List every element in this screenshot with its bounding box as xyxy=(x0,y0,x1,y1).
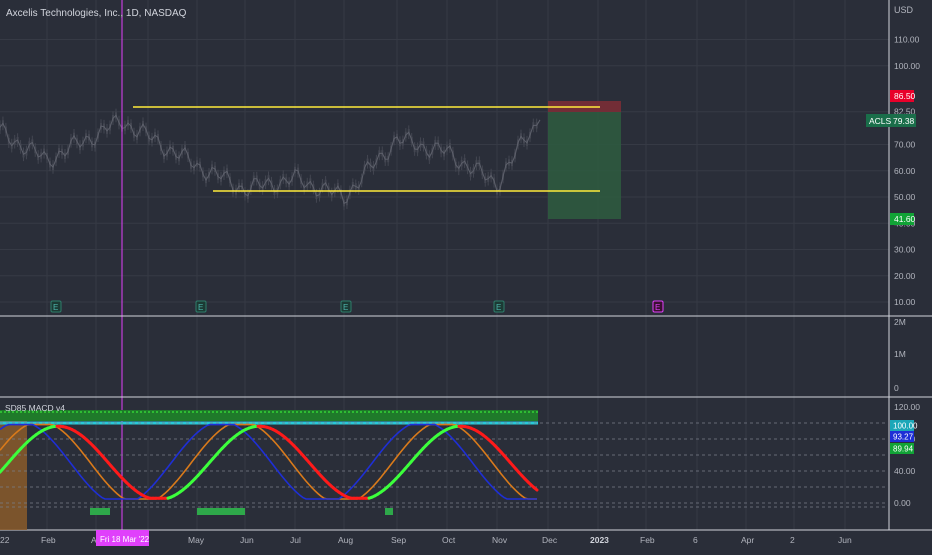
time-axis-label: 2 xyxy=(790,535,795,545)
time-axis-label: Jun xyxy=(240,535,254,545)
currency-label: USD xyxy=(894,5,914,15)
position-zones xyxy=(548,101,621,219)
time-axis-label: Feb xyxy=(41,535,56,545)
volume-axis-label: 2M xyxy=(894,317,906,327)
cursor-time-label: Fri 18 Mar '22 xyxy=(96,530,150,546)
macd-value-tag-text: 100.00 xyxy=(893,422,918,431)
macd-value-tag: 89.94 xyxy=(890,443,914,454)
macd-axis-label: 40.00 xyxy=(894,466,916,476)
volume-axis-label: 0 xyxy=(894,383,899,393)
price-axis-label: 60.00 xyxy=(894,166,916,176)
chart-canvas[interactable]: Axcelis Technologies, Inc., 1D, NASDAQ U… xyxy=(0,0,932,550)
earnings-marker[interactable]: E xyxy=(51,301,61,312)
time-axis-label: Dec xyxy=(542,535,558,545)
earnings-marker[interactable]: E xyxy=(494,301,504,312)
price-axis-label: 10.00 xyxy=(894,297,916,307)
ticker-price-value: 79.38 xyxy=(893,116,915,126)
time-axis-label: Sep xyxy=(391,535,406,545)
macd-value-tag-text: 89.94 xyxy=(893,445,914,454)
earnings-marker[interactable]: E xyxy=(196,301,206,312)
time-axis-label: May xyxy=(188,535,205,545)
earnings-marker-label: E xyxy=(343,303,348,312)
macd-bottom-marker xyxy=(385,508,393,515)
macd-title[interactable]: SD85 MACD v4 xyxy=(5,403,65,413)
time-axis-label: Feb xyxy=(640,535,655,545)
macd-value-tags: 100.00 93.27 89.94 xyxy=(890,420,918,454)
ticker-name: ACLS xyxy=(869,116,892,126)
stop-price-tag: 86.50 xyxy=(890,90,916,102)
macd-bottom-marker xyxy=(90,508,110,515)
stop-price-value: 86.50 xyxy=(894,91,916,101)
take-profit-zone xyxy=(548,112,621,219)
time-axis-label: Apr xyxy=(741,535,754,545)
price-axis-label: 30.00 xyxy=(894,245,916,255)
macd-axis-label: 0.00 xyxy=(894,498,911,508)
time-axis-label: 22 xyxy=(0,535,10,545)
time-axis-label: 2023 xyxy=(590,535,609,545)
chart-background xyxy=(0,0,932,550)
earnings-marker[interactable]: E xyxy=(653,301,663,312)
time-axis-label: Oct xyxy=(442,535,456,545)
symbol-title[interactable]: Axcelis Technologies, Inc., 1D, NASDAQ xyxy=(6,8,187,19)
time-axis-label: Aug xyxy=(338,535,353,545)
price-axis-label: 100.00 xyxy=(894,61,920,71)
ticker-price-tag: ACLS 79.38 xyxy=(866,114,916,127)
target-price-tag: 41.60 xyxy=(890,213,916,225)
macd-left-shaded-zone xyxy=(0,420,27,530)
chart-stage[interactable]: Axcelis Technologies, Inc., 1D, NASDAQ U… xyxy=(0,0,932,550)
earnings-marker[interactable]: E xyxy=(341,301,351,312)
target-price-value: 41.60 xyxy=(894,214,916,224)
time-axis-label: Nov xyxy=(492,535,508,545)
price-axis-label: 20.00 xyxy=(894,271,916,281)
macd-value-tag: 93.27 xyxy=(890,431,914,442)
earnings-marker-label: E xyxy=(655,303,660,312)
macd-axis-label: 120.00 xyxy=(894,402,920,412)
cursor-time-text: Fri 18 Mar '22 xyxy=(100,535,150,544)
macd-value-tag: 100.00 xyxy=(890,420,918,431)
price-axis-label: 110.00 xyxy=(894,35,920,45)
earnings-marker-label: E xyxy=(496,303,501,312)
macd-bottom-marker xyxy=(197,508,245,515)
time-axis-label: 6 xyxy=(693,535,698,545)
price-axis-label: 70.00 xyxy=(894,140,916,150)
earnings-marker-label: E xyxy=(198,303,203,312)
time-axis-label: Jul xyxy=(290,535,301,545)
macd-value-tag-text: 93.27 xyxy=(893,433,914,442)
price-axis-label: 50.00 xyxy=(894,192,916,202)
earnings-marker-label: E xyxy=(53,303,58,312)
macd-main-segment xyxy=(534,488,537,490)
time-axis-label: Jun xyxy=(838,535,852,545)
volume-axis-label: 1M xyxy=(894,349,906,359)
